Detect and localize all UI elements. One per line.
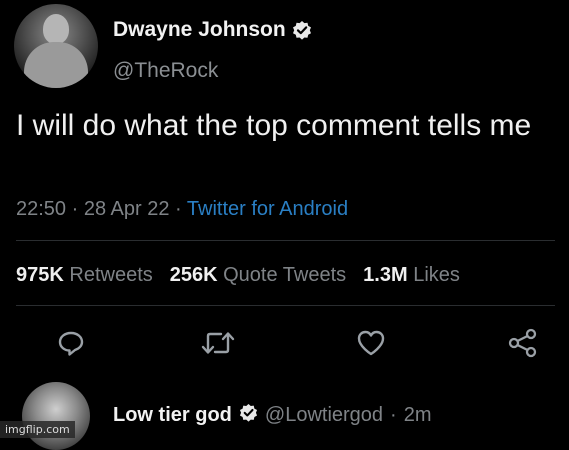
likes-label: Likes: [413, 264, 460, 286]
divider: [16, 305, 555, 306]
verified-badge-icon: [239, 403, 258, 427]
tweet-author-name[interactable]: Dwayne Johnson: [113, 18, 286, 42]
speech-bubble-icon: [58, 331, 84, 356]
avatar-head-shape: [43, 14, 69, 44]
heart-icon: [357, 330, 385, 356]
tweet-stats: 975K Retweets 256K Quote Tweets 1.3M Lik…: [16, 264, 460, 287]
meta-separator: ·: [175, 198, 182, 220]
tweet-source-link[interactable]: Twitter for Android: [187, 198, 348, 220]
quote-tweets-count: 256K: [169, 264, 218, 286]
divider: [16, 240, 555, 241]
retweet-arrows-icon: [201, 332, 235, 354]
reply-author-name[interactable]: Low tier god: [113, 404, 232, 427]
like-button[interactable]: [355, 328, 387, 358]
reply-header: Low tier god @Lowtiergod · 2m: [113, 403, 432, 427]
share-nodes-icon: [508, 328, 537, 358]
retweets-count: 975K: [16, 264, 64, 286]
reply-author-handle[interactable]: @Lowtiergod: [265, 404, 383, 427]
quote-tweets-stat[interactable]: 256K Quote Tweets: [170, 264, 346, 287]
share-button[interactable]: [507, 328, 539, 358]
avatar-body-shape: [24, 42, 88, 88]
imgflip-watermark: imgflip.com: [0, 421, 75, 438]
tweet-date[interactable]: 28 Apr 22: [84, 198, 170, 220]
meta-separator: ·: [71, 198, 79, 220]
tweet-author-row: Dwayne Johnson: [113, 18, 312, 42]
reply-age: 2m: [403, 403, 432, 426]
tweet-author-handle[interactable]: @TheRock: [113, 59, 218, 83]
verified-badge-icon: [292, 20, 312, 40]
retweets-label: Retweets: [69, 264, 153, 286]
tweet-author-avatar[interactable]: [14, 4, 98, 88]
retweets-stat[interactable]: 975K Retweets: [16, 264, 153, 287]
tweet-time[interactable]: 22:50: [16, 198, 66, 220]
tweet-action-bar: [0, 328, 569, 360]
retweet-button[interactable]: [200, 328, 236, 358]
reply-author-avatar[interactable]: [22, 382, 90, 450]
tweet-meta: 22:50 · 28 Apr 22 · Twitter for Android: [16, 198, 348, 221]
likes-stat[interactable]: 1.3M Likes: [363, 264, 460, 287]
likes-count: 1.3M: [363, 264, 408, 286]
reply-separator: ·: [390, 403, 397, 426]
tweet-text: I will do what the top comment tells me: [16, 109, 532, 142]
quote-tweets-label: Quote Tweets: [223, 264, 347, 286]
reply-button[interactable]: [56, 328, 86, 358]
